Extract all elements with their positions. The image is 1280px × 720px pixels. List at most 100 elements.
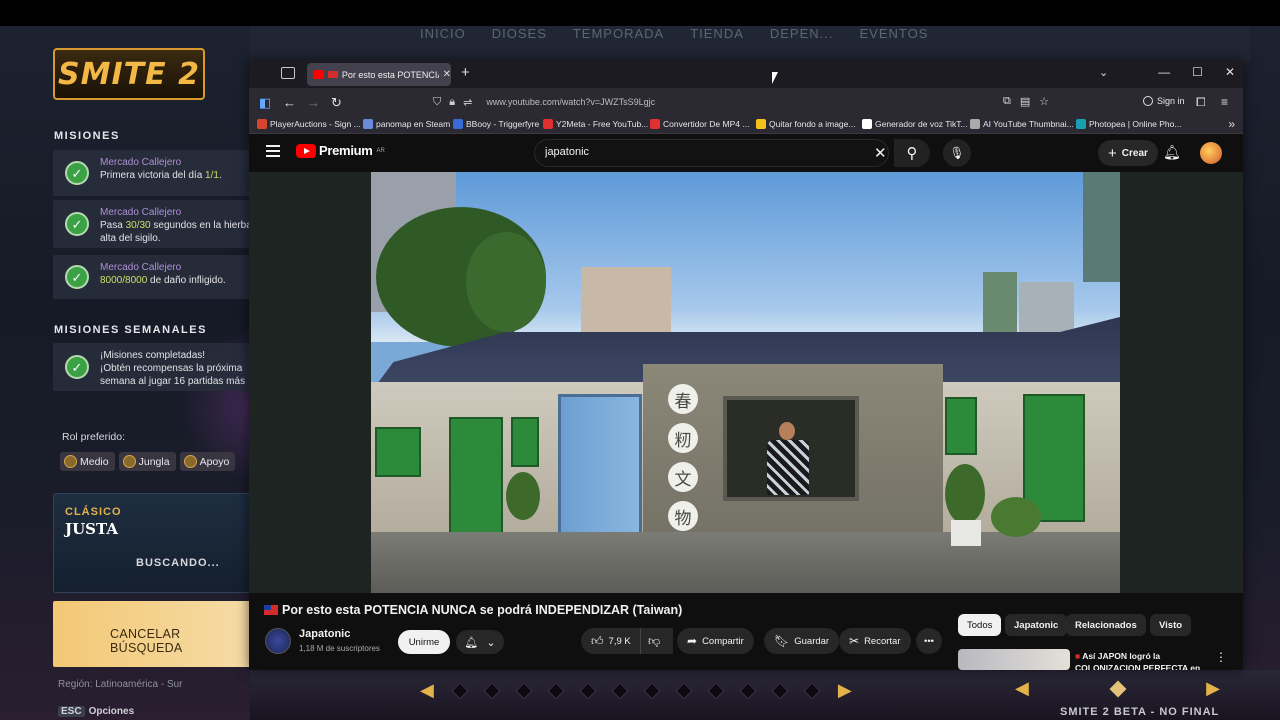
gem-icon <box>1109 680 1126 697</box>
extensions-icon[interactable]: ⧠ <box>1196 95 1206 110</box>
check-icon: ✓ <box>65 355 89 379</box>
hamburger-menu-icon[interactable] <box>266 145 280 160</box>
game-nav-item[interactable]: EVENTOS <box>860 26 929 41</box>
recommendation-thumbnail[interactable] <box>958 649 1070 670</box>
more-vertical-icon[interactable]: ⋮ <box>1215 650 1227 664</box>
game-nav-item[interactable]: DIOSES <box>492 26 547 41</box>
menu-icon[interactable]: ≡ <box>1221 95 1228 109</box>
game-nav-item[interactable]: TEMPORADA <box>573 26 664 41</box>
bookmark-item[interactable]: Convertidor De MP4 ... <box>650 119 749 129</box>
address-bar[interactable]: ⛉ 🔒︎ ⇌ www.youtube.com/watch?v=JWZTsS9Lg… <box>427 91 1067 113</box>
browser-window: Por esto esta POTENCIA NUNCA se podrá IN… <box>249 60 1243 670</box>
browser-tab[interactable]: Por esto esta POTENCIA NUNCA se podrá IN… <box>307 63 451 86</box>
role-chip-apoyo[interactable]: Apoyo <box>179 452 236 471</box>
search-button[interactable]: ⚲ <box>894 139 930 167</box>
taiwan-flag-icon <box>264 605 278 615</box>
mission-card[interactable]: ✓ Mercado Callejero 8000/8000 de daño in… <box>53 255 253 299</box>
arrow-left-icon[interactable]: ◀ <box>1015 678 1029 699</box>
chip-watched[interactable]: Visto <box>1150 614 1192 636</box>
maximize-icon[interactable]: ☐ <box>1192 65 1203 79</box>
more-horizontal-icon: ••• <box>924 635 934 647</box>
cancel-search-button[interactable]: CANCELAR BÚSQUEDA <box>53 601 253 667</box>
account-icon <box>1143 96 1153 106</box>
clip-button[interactable]: ✂ Recortar <box>839 628 911 654</box>
dislike-button[interactable]: 👎︎ <box>640 628 668 654</box>
microphone-icon: 🎙︎ <box>949 146 965 160</box>
bookmark-item[interactable]: Y2Meta - Free YouTub... <box>543 119 648 129</box>
mission-title: Mercado Callejero <box>100 207 182 218</box>
forward-icon[interactable]: → <box>307 95 320 110</box>
channel-name[interactable]: Japatonic <box>299 628 350 640</box>
youtube-premium-logo[interactable]: Premium AR <box>296 143 385 158</box>
save-button[interactable]: 🔖︎ Guardar <box>764 628 840 654</box>
user-avatar[interactable] <box>1200 142 1222 164</box>
window-controls: ⌄ — ☐ ✕ <box>1099 65 1235 79</box>
picture-in-picture-icon[interactable]: ⧉ <box>1003 95 1011 108</box>
reload-icon[interactable]: ↻ <box>331 95 342 111</box>
arrow-left-icon[interactable]: ◀ <box>420 680 434 701</box>
slot-diamond <box>515 682 533 699</box>
video-player[interactable]: 春 籾 文 物 館 <box>249 172 1243 593</box>
voice-search-button[interactable]: 🎙︎ <box>943 139 971 167</box>
chip-channel[interactable]: Japatonic <box>1005 614 1068 636</box>
bookmark-item[interactable]: AI YouTube Thumbnai... <box>970 119 1074 129</box>
notifications-bell-icon[interactable]: 🔔︎ <box>1163 144 1181 161</box>
permissions-icon[interactable]: ⇌ <box>463 96 472 109</box>
close-window-icon[interactable]: ✕ <box>1225 65 1235 79</box>
bookmarks-overflow-icon[interactable]: » <box>1228 117 1235 131</box>
mission-card[interactable]: ✓ Mercado Callejero Primera victoria del… <box>53 150 253 196</box>
join-button[interactable]: Unirme <box>398 630 450 654</box>
role-chip-jungla[interactable]: Jungla <box>118 452 176 471</box>
sign-in-button[interactable]: Sign in <box>1143 96 1185 106</box>
shield-icon[interactable]: ⛉ <box>433 96 441 109</box>
reader-view-icon[interactable]: ▤ <box>1020 95 1030 108</box>
recommendation-title[interactable]: ■ Así JAPON logró la COLONIZACION PERFEC… <box>1075 650 1210 670</box>
sidebar-icon[interactable]: ◧ <box>259 95 271 111</box>
slot-diamond <box>739 682 757 699</box>
arrow-right-icon[interactable]: ▶ <box>1206 678 1220 699</box>
share-button[interactable]: ➦ Compartir <box>677 628 754 654</box>
esc-options[interactable]: ESC Opciones <box>58 706 134 717</box>
new-tab-icon[interactable]: + <box>461 64 470 81</box>
bookmark-icon: 🔖︎ <box>774 634 790 648</box>
create-button[interactable]: + Crear <box>1098 140 1158 166</box>
check-icon: ✓ <box>65 212 89 236</box>
chip-related[interactable]: Relacionados <box>1066 614 1146 636</box>
bookmark-item[interactable]: PlayerAuctions - Sign ... <box>257 119 361 129</box>
chip-all[interactable]: Todos <box>958 614 1002 636</box>
bookmark-item[interactable]: Generador de voz TikT... <box>862 119 968 129</box>
minimize-icon[interactable]: — <box>1158 65 1170 79</box>
arrow-right-icon[interactable]: ▶ <box>838 680 852 701</box>
bookmark-star-icon[interactable]: ☆ <box>1039 95 1049 108</box>
video-frame[interactable]: 春 籾 文 物 館 <box>371 172 1120 593</box>
game-nav-item[interactable]: TIENDA <box>690 26 744 41</box>
bookmark-item[interactable]: BBooy - Triggerfyre <box>453 119 539 129</box>
role-chip-medio[interactable]: Medio <box>60 452 115 471</box>
mission-title: Mercado Callejero <box>100 157 182 168</box>
more-actions-button[interactable]: ••• <box>916 628 942 654</box>
sign-character: 籾 <box>668 423 698 453</box>
close-tab-icon[interactable]: ✕ <box>443 69 451 80</box>
mission-card[interactable]: ✓ Mercado Callejero Pasa 30/30 segundos … <box>53 200 253 248</box>
tab-overflow-icon[interactable]: ⌄ <box>1099 66 1108 79</box>
tab-list-icon[interactable] <box>281 67 295 79</box>
weekly-mission-card[interactable]: ✓ ¡Misiones completadas! ¡Obtén recompen… <box>53 343 253 391</box>
subscription-bell-button[interactable]: 🔔︎ ⌄ <box>456 630 504 654</box>
bookmark-item[interactable]: Quitar fondo a image... <box>756 119 855 129</box>
clear-search-icon[interactable]: ✕ <box>874 144 887 162</box>
url-text[interactable]: www.youtube.com/watch?v=JWZTsS9Lgjc <box>486 97 655 107</box>
back-icon[interactable]: ← <box>283 95 296 110</box>
bookmark-favicon-icon <box>543 119 553 129</box>
bookmark-favicon-icon <box>862 119 872 129</box>
game-nav-item[interactable]: INICIO <box>420 26 466 41</box>
weekly-line1: ¡Misiones completadas! <box>100 350 206 361</box>
search-input[interactable] <box>545 146 845 158</box>
tab-strip: Por esto esta POTENCIA NUNCA se podrá IN… <box>249 60 1243 88</box>
bookmark-item[interactable]: panomap en Steam <box>363 119 450 129</box>
game-nav-item[interactable]: DEPEN... <box>770 26 834 41</box>
video-window <box>945 397 977 455</box>
bookmark-item[interactable]: Photopea | Online Pho... <box>1076 119 1181 129</box>
slot-diamond <box>707 682 725 699</box>
channel-avatar[interactable] <box>265 628 291 654</box>
lock-icon[interactable]: 🔒︎ <box>449 96 455 109</box>
